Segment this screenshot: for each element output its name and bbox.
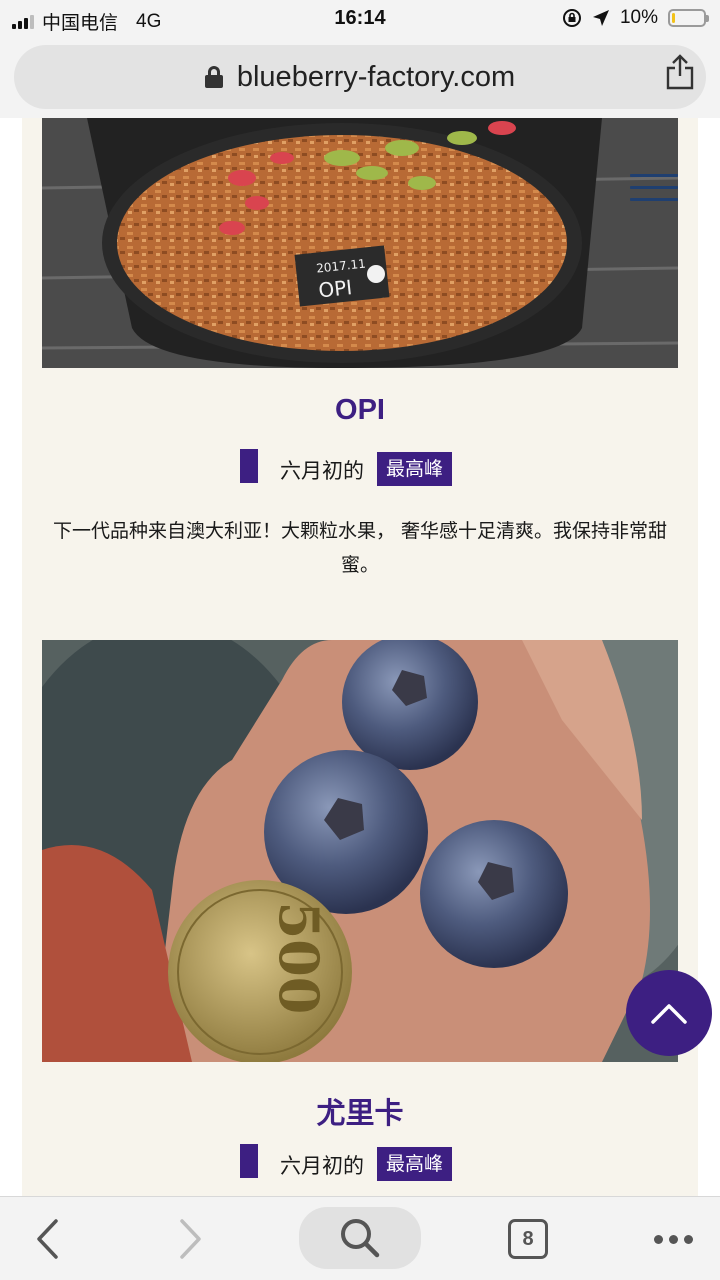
battery-icon <box>668 9 709 27</box>
peak-badge: 最高峰 <box>377 452 453 486</box>
peak-season-row: 六月初的 最高峰 <box>22 449 698 489</box>
hamburger-menu-icon[interactable] <box>630 174 678 204</box>
variety-title-eureka: 尤里卡 <box>316 1098 404 1130</box>
chevron-up-icon <box>651 1004 687 1024</box>
battery-percent: 10% <box>619 7 658 28</box>
plant-label: 2017.11 OPI <box>294 245 390 307</box>
orientation-lock-icon <box>562 9 581 27</box>
peak-season-text: 六月初的 <box>280 459 364 483</box>
search-icon <box>341 1219 380 1258</box>
browser-address-area: blueberry-factory.com <box>0 40 720 118</box>
peak-marker <box>240 1144 258 1178</box>
share-icon[interactable] <box>664 54 696 90</box>
status-right: 10% <box>562 7 709 29</box>
status-bar: 中国电信 4G 16:14 10% <box>0 0 720 40</box>
coin-value: 500 <box>267 902 331 1015</box>
variety-description: 下一代品种来自澳大利亚！大颗粒水果， 奢华感十足清爽。我保持非常甜蜜。 <box>52 520 668 576</box>
peak-badge: 最高峰 <box>377 1147 453 1181</box>
coin: 500 <box>168 880 352 1062</box>
tab-count: 8 <box>508 1219 548 1259</box>
url-text: blueberry-factory.com <box>236 60 516 93</box>
tabs-button[interactable]: 8 <box>506 1211 550 1267</box>
chevron-left-icon <box>37 1219 58 1259</box>
chevron-right-icon <box>180 1219 201 1259</box>
forward-button[interactable] <box>166 1211 216 1267</box>
opi-photo: 2017.11 OPI <box>42 118 678 368</box>
more-dots-icon[interactable] <box>648 1211 698 1267</box>
variety-list-card: 2017.11 OPI OPI 六月初的 最高峰 下一代品种来自澳大利亚！大颗粒… <box>22 118 698 1196</box>
lock-icon <box>204 66 223 88</box>
scroll-to-top-button[interactable] <box>626 970 712 1056</box>
address-bar[interactable]: blueberry-factory.com <box>14 45 706 109</box>
eureka-photo: 500 <box>42 640 678 1062</box>
peak-marker <box>240 449 258 483</box>
location-arrow-icon <box>592 10 609 26</box>
browser-toolbar: 8 <box>0 1196 720 1280</box>
variety-title-opi: OPI <box>335 394 385 426</box>
page-content: 2017.11 OPI OPI 六月初的 最高峰 下一代品种来自澳大利亚！大颗粒… <box>0 118 720 1196</box>
peak-season-text: 六月初的 <box>280 1154 364 1178</box>
battery-level <box>672 13 675 23</box>
plant-label-name: OPI <box>317 275 353 302</box>
back-button[interactable] <box>22 1211 72 1267</box>
search-button[interactable] <box>299 1207 421 1269</box>
peak-season-row: 六月初的 最高峰 <box>22 1144 698 1184</box>
